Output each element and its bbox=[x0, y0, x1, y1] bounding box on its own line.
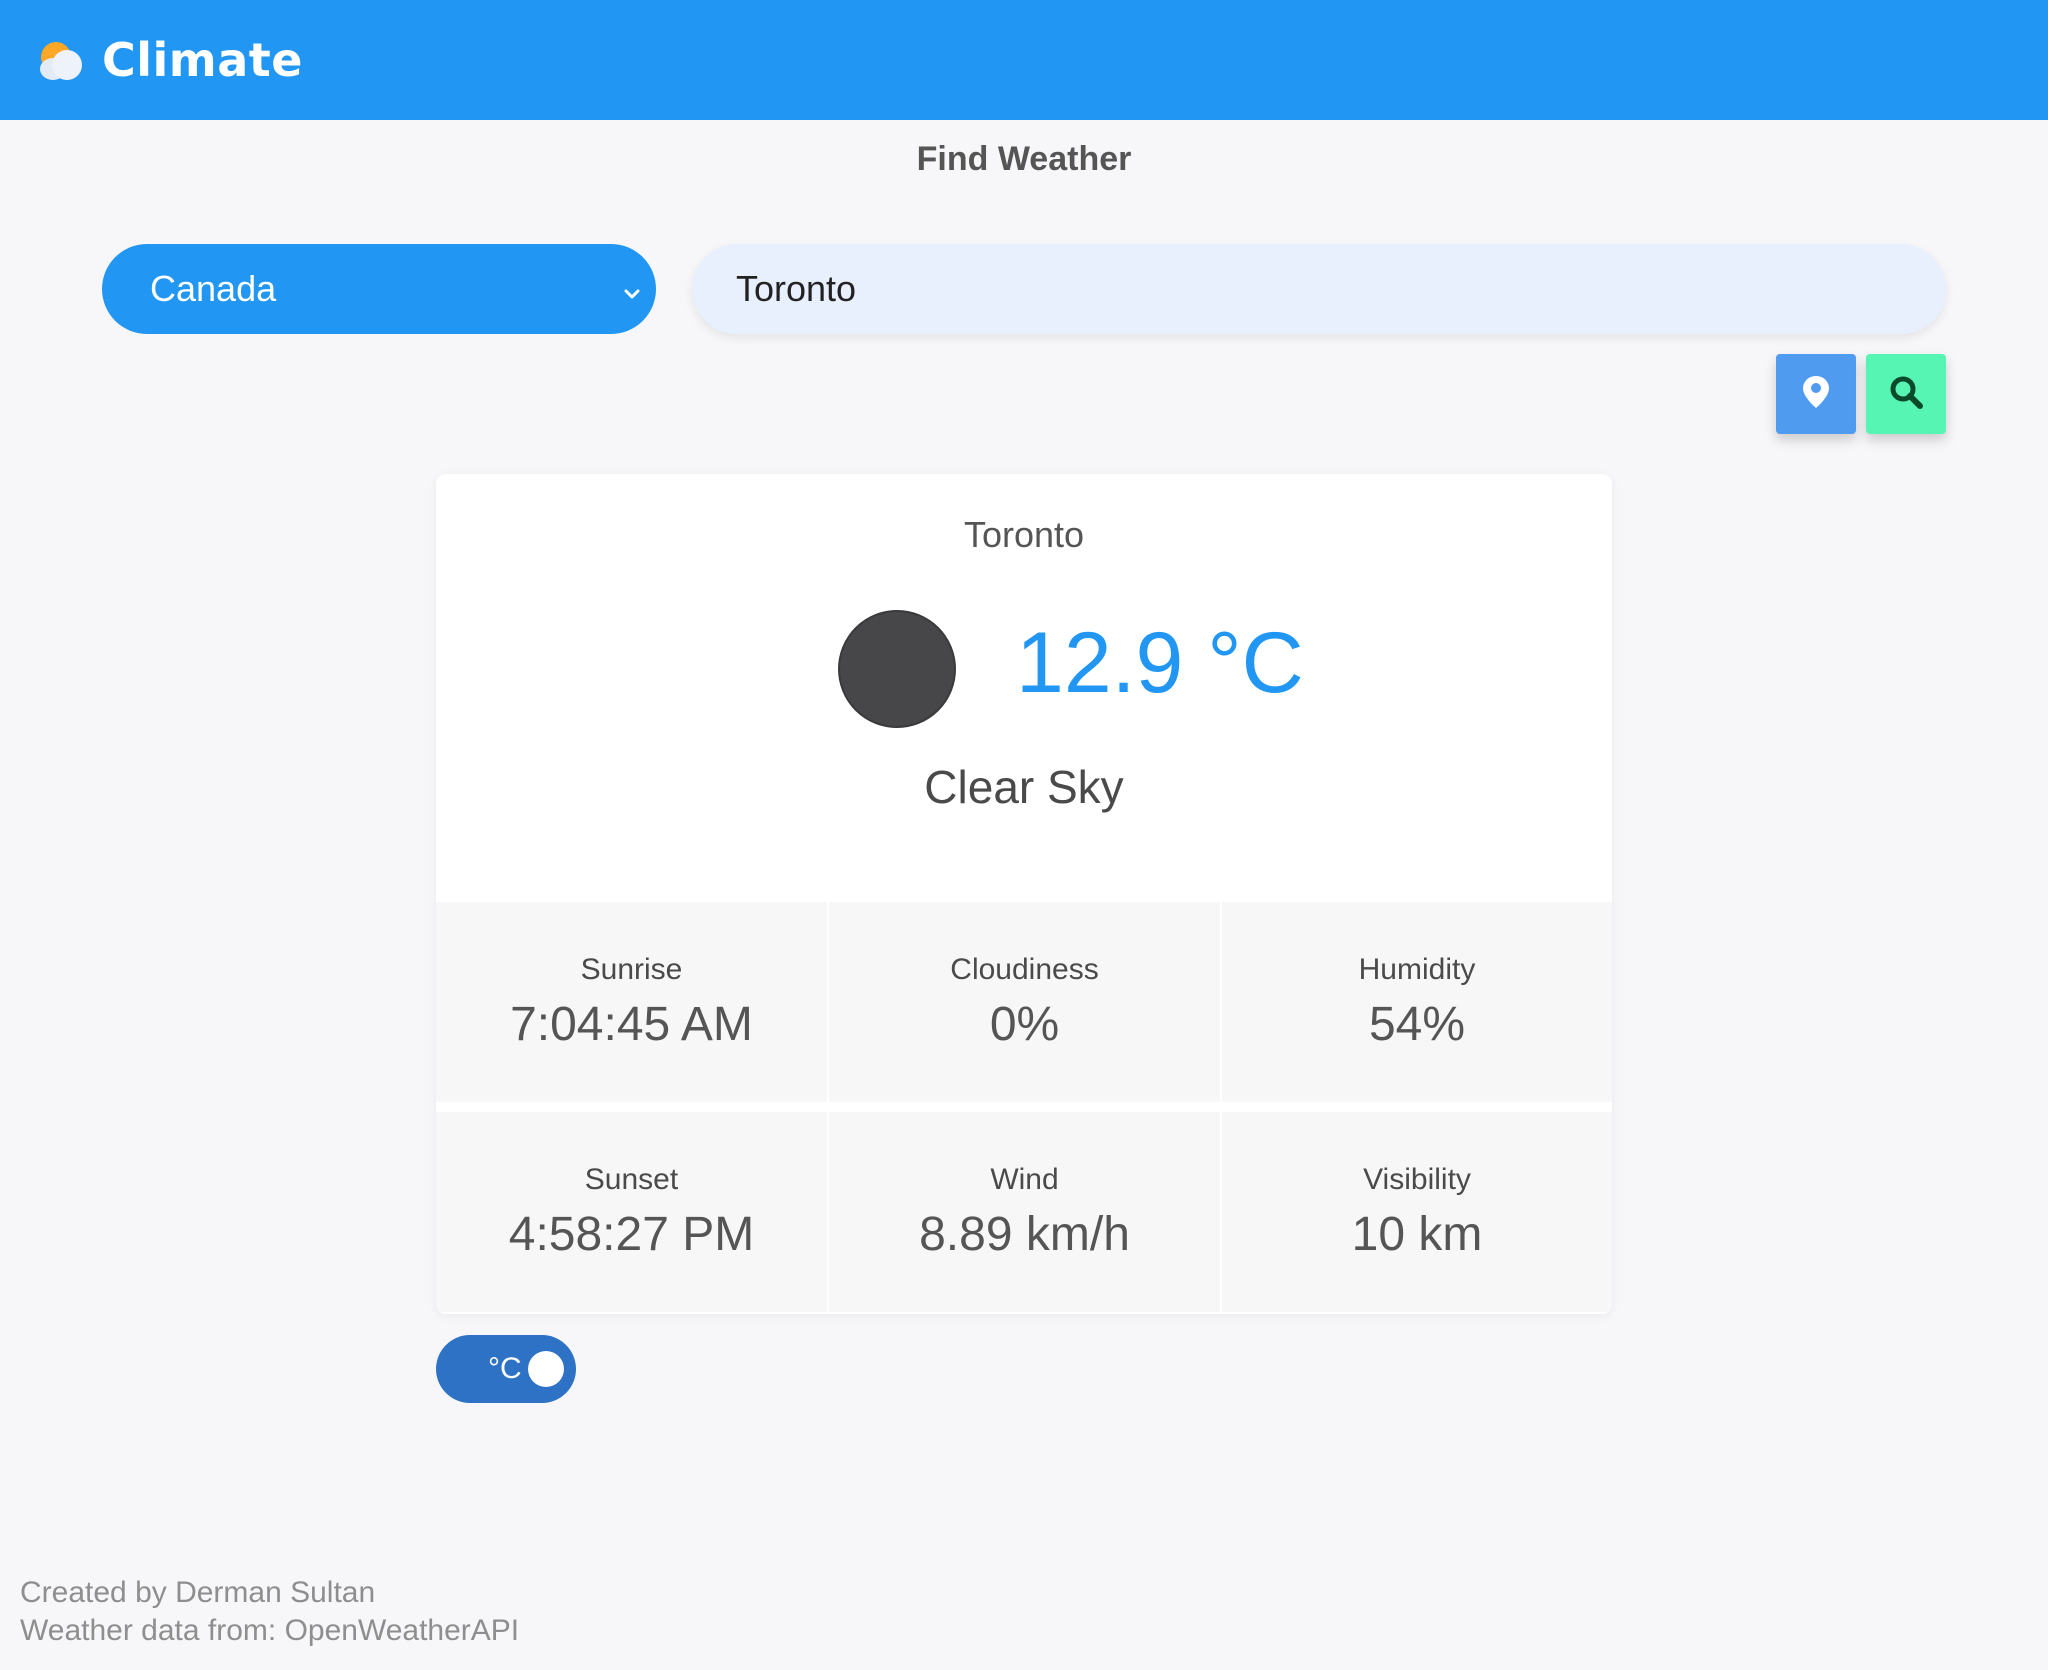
app-title[interactable]: Climate bbox=[102, 33, 303, 87]
stat-label: Humidity bbox=[1358, 952, 1476, 986]
stat-value: 10 km bbox=[1351, 1207, 1483, 1261]
country-select-value: Canada bbox=[150, 268, 277, 309]
sun-cloud-icon bbox=[38, 40, 88, 80]
city-input[interactable] bbox=[692, 244, 1946, 334]
search-icon bbox=[1889, 375, 1923, 414]
stat-label: Cloudiness bbox=[950, 952, 1099, 986]
weather-stats-grid: Sunrise 7:04:45 AM Cloudiness 0% Humidit… bbox=[436, 902, 1612, 1314]
toggle-knob bbox=[528, 1351, 564, 1387]
stat-label: Sunrise bbox=[580, 952, 683, 986]
footer-data-source: Weather data from: OpenWeatherAPI bbox=[20, 1614, 520, 1647]
search-button[interactable] bbox=[1866, 354, 1946, 434]
chevron-down-icon bbox=[622, 268, 642, 310]
stat-humidity: Humidity 54% bbox=[1222, 902, 1612, 1102]
stat-value: 7:04:45 AM bbox=[510, 997, 753, 1051]
stat-sunset: Sunset 4:58:27 PM bbox=[436, 1112, 827, 1312]
find-weather-heading: Find Weather bbox=[916, 140, 1132, 178]
weather-temperature: 12.9 °C bbox=[1016, 615, 1304, 711]
footer: Created by Derman Sultan Weather data fr… bbox=[20, 1574, 519, 1650]
stat-value: 0% bbox=[989, 997, 1060, 1051]
stat-value: 8.89 km/h bbox=[919, 1207, 1130, 1261]
stat-visibility: Visibility 10 km bbox=[1222, 1112, 1612, 1312]
weather-card: Toronto 12.9 °C Clear Sky Sunrise 7:04:4… bbox=[436, 474, 1612, 1314]
app-header: Climate bbox=[0, 0, 2048, 120]
stat-label: Visibility bbox=[1363, 1162, 1471, 1196]
unit-toggle[interactable]: °C bbox=[436, 1335, 576, 1403]
stat-sunrise: Sunrise 7:04:45 AM bbox=[436, 902, 827, 1102]
country-select[interactable]: Canada bbox=[102, 244, 656, 334]
clear-sky-night-icon bbox=[838, 610, 956, 728]
weather-city: Toronto bbox=[963, 514, 1085, 555]
stat-label: Sunset bbox=[584, 1162, 679, 1196]
stat-value: 4:58:27 PM bbox=[508, 1207, 755, 1261]
stat-label: Wind bbox=[990, 1162, 1059, 1196]
stat-cloudiness: Cloudiness 0% bbox=[829, 902, 1220, 1102]
unit-toggle-label: °C bbox=[488, 1352, 522, 1385]
map-pin-icon bbox=[1801, 375, 1831, 414]
stat-value: 54% bbox=[1368, 997, 1466, 1051]
current-location-button[interactable] bbox=[1776, 354, 1856, 434]
stat-wind: Wind 8.89 km/h bbox=[829, 1112, 1220, 1312]
footer-credit: Created by Derman Sultan bbox=[20, 1576, 376, 1609]
weather-description: Clear Sky bbox=[924, 761, 1124, 813]
